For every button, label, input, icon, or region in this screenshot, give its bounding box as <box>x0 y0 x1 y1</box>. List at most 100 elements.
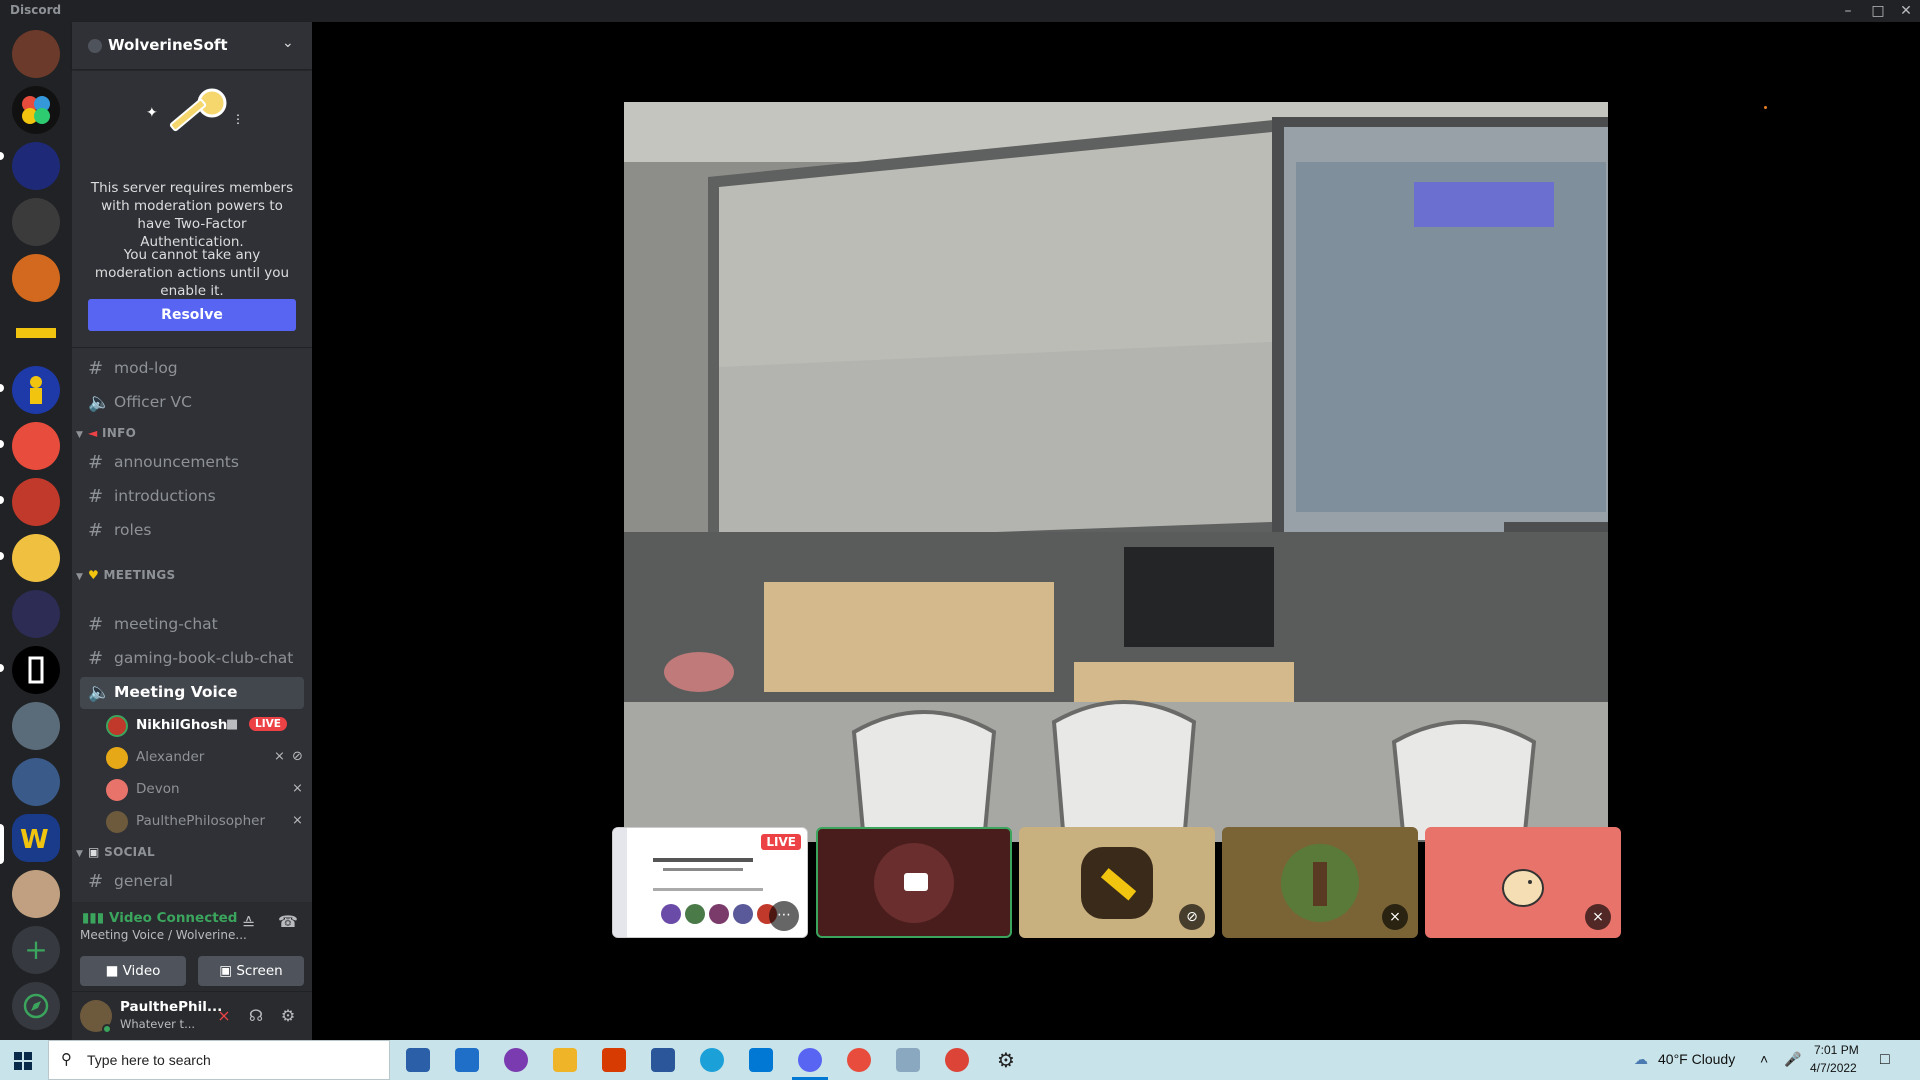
vscode-icon[interactable] <box>749 1048 773 1072</box>
disconnect-icon[interactable]: ☎ <box>278 912 298 931</box>
resolve-button[interactable]: Resolve <box>88 299 296 331</box>
server-icon[interactable] <box>12 646 60 694</box>
voice-user[interactable]: PaulthePhilosopher ⨯ <box>106 808 303 836</box>
headphones-icon[interactable]: ☊ <box>244 1004 268 1028</box>
muted-mic-icon: ⨯ <box>274 749 285 764</box>
clock-date[interactable]: 4/7/2022 <box>1810 1061 1857 1075</box>
close-icon[interactable]: ✕ <box>1892 0 1920 22</box>
avatar <box>106 747 128 769</box>
deafened-icon: ⊘ <box>292 749 303 764</box>
server-icon[interactable] <box>12 758 60 806</box>
classroom-camera-feed <box>624 102 1608 842</box>
live-badge: LIVE <box>249 717 287 731</box>
stream-tile-user[interactable]: ⨯ <box>1222 827 1418 938</box>
edge-icon[interactable] <box>700 1048 724 1072</box>
focused-stream-video[interactable] <box>624 102 1608 842</box>
voice-user[interactable]: NikhilGhosh ■ LIVE <box>106 712 296 740</box>
explore-servers-icon[interactable] <box>12 982 60 1030</box>
bird-avatar <box>1490 849 1556 916</box>
stream-tile-user[interactable]: ⊘ <box>1019 827 1215 938</box>
server-icon[interactable] <box>12 366 60 414</box>
muted-mic-icon: ⨯ <box>292 781 303 796</box>
avatar <box>1281 843 1359 922</box>
stream-tile-user[interactable]: ⨯ <box>1425 827 1621 938</box>
voice-user[interactable]: Devon ⨯ <box>106 776 303 804</box>
windows-start-icon[interactable] <box>14 1052 32 1070</box>
user-panel: PaulthePhil... Whatever t... ⨯ ☊ ⚙ <box>72 992 312 1040</box>
stream-tile-screenshare[interactable]: LIVE ⋯ <box>612 827 808 938</box>
notification-icon[interactable]: □ <box>1880 1051 1890 1069</box>
selected-indicator <box>0 824 4 864</box>
channel-meeting-chat[interactable]: # meeting-chat <box>80 609 304 641</box>
chevron-up-icon[interactable]: ˄ <box>1760 1051 1768 1067</box>
stream-tile-camera[interactable] <box>816 827 1012 938</box>
search-icon: ⚲ <box>61 1050 72 1068</box>
minimize-icon[interactable]: – <box>1834 0 1862 22</box>
clock-time[interactable]: 7:01 PM <box>1814 1043 1859 1057</box>
chrome-icon[interactable] <box>945 1048 969 1072</box>
discord-icon[interactable] <box>798 1048 822 1072</box>
server-icon[interactable] <box>12 198 60 246</box>
connection-location[interactable]: Meeting Voice / Wolverine... <box>80 928 247 942</box>
server-icon[interactable] <box>12 702 60 750</box>
server-icon[interactable] <box>12 422 60 470</box>
unread-indicator <box>0 664 4 672</box>
channel-roles[interactable]: # roles <box>80 515 304 547</box>
category-social[interactable]: ▼ ▣ SOCIAL <box>76 845 155 859</box>
server-icon[interactable] <box>12 590 60 638</box>
file-explorer-icon[interactable] <box>553 1048 577 1072</box>
screen-share-button[interactable]: ▣ Screen <box>198 956 304 986</box>
channel-announcements[interactable]: # announcements <box>80 447 304 479</box>
settings-gear-icon[interactable]: ⚙ <box>994 1048 1018 1072</box>
channel-introductions[interactable]: # introductions <box>80 481 304 513</box>
server-list: W + <box>0 22 72 1040</box>
channel-mod-log[interactable]: # mod-log <box>80 353 304 385</box>
server-icon[interactable] <box>12 310 60 358</box>
maximize-icon[interactable]: □ <box>1864 0 1892 22</box>
server-icon[interactable] <box>12 870 60 918</box>
app-icon[interactable] <box>847 1048 871 1072</box>
server-icon[interactable] <box>12 254 60 302</box>
gear-icon[interactable]: ⚙ <box>276 1004 300 1028</box>
category-info[interactable]: ▼ ◄ INFO <box>76 426 136 440</box>
add-server-icon[interactable]: + <box>12 926 60 974</box>
channel-sidebar: WolverineSoft ⌄ ✦ ⋮ This server requires… <box>72 22 312 1040</box>
server-icon-wolverinesoft[interactable]: W <box>12 814 60 862</box>
channel-gaming-book-club-chat[interactable]: # gaming-book-club-chat <box>80 643 304 675</box>
muted-mic-icon: ⨯ <box>1585 904 1611 930</box>
more-options-icon[interactable]: ⋯ <box>769 901 799 931</box>
muted-mic-icon[interactable]: ⨯ <box>212 1004 236 1028</box>
hashtag-icon: # <box>88 871 104 892</box>
username[interactable]: PaulthePhil... <box>120 999 222 1015</box>
mail-icon[interactable] <box>455 1048 479 1072</box>
category-meetings[interactable]: ▼ ♥ MEETINGS <box>76 568 175 582</box>
custom-status: Whatever t... <box>120 1017 196 1031</box>
server-icon[interactable] <box>12 478 60 526</box>
server-icon[interactable] <box>12 86 60 134</box>
unread-indicator <box>0 440 4 448</box>
taskbar-search-box[interactable]: ⚲ Type here to search <box>48 1040 390 1080</box>
server-icon[interactable] <box>12 142 60 190</box>
store-icon[interactable] <box>406 1048 430 1072</box>
office-icon[interactable] <box>602 1048 626 1072</box>
video-button[interactable]: ■ Video <box>80 956 186 986</box>
voice-user[interactable]: Alexander ⨯ ⊘ <box>106 744 303 772</box>
microphone-icon[interactable]: 🎤 <box>1784 1051 1801 1068</box>
svg-text:W: W <box>20 825 49 855</box>
weather-text[interactable]: 40°F Cloudy <box>1658 1051 1735 1067</box>
app-icon[interactable] <box>896 1048 920 1072</box>
server-header[interactable]: WolverineSoft ⌄ <box>72 22 312 70</box>
server-icon[interactable] <box>12 534 60 582</box>
server-icon[interactable] <box>12 30 60 78</box>
chevron-down-icon[interactable]: ⌄ <box>282 35 294 51</box>
unread-indicator <box>0 152 4 160</box>
megaphone-icon: ◄ <box>88 426 103 440</box>
svg-text:⋮: ⋮ <box>232 112 244 126</box>
channel-meeting-voice[interactable]: 🔈 Meeting Voice <box>80 677 304 709</box>
channel-general[interactable]: # general <box>80 866 304 898</box>
noise-suppression-icon[interactable]: ≙ <box>242 914 255 933</box>
word-icon[interactable] <box>651 1048 675 1072</box>
indicator-dot <box>1764 106 1767 109</box>
github-icon[interactable] <box>504 1048 528 1072</box>
channel-officer-vc[interactable]: 🔈 Officer VC <box>80 387 304 419</box>
